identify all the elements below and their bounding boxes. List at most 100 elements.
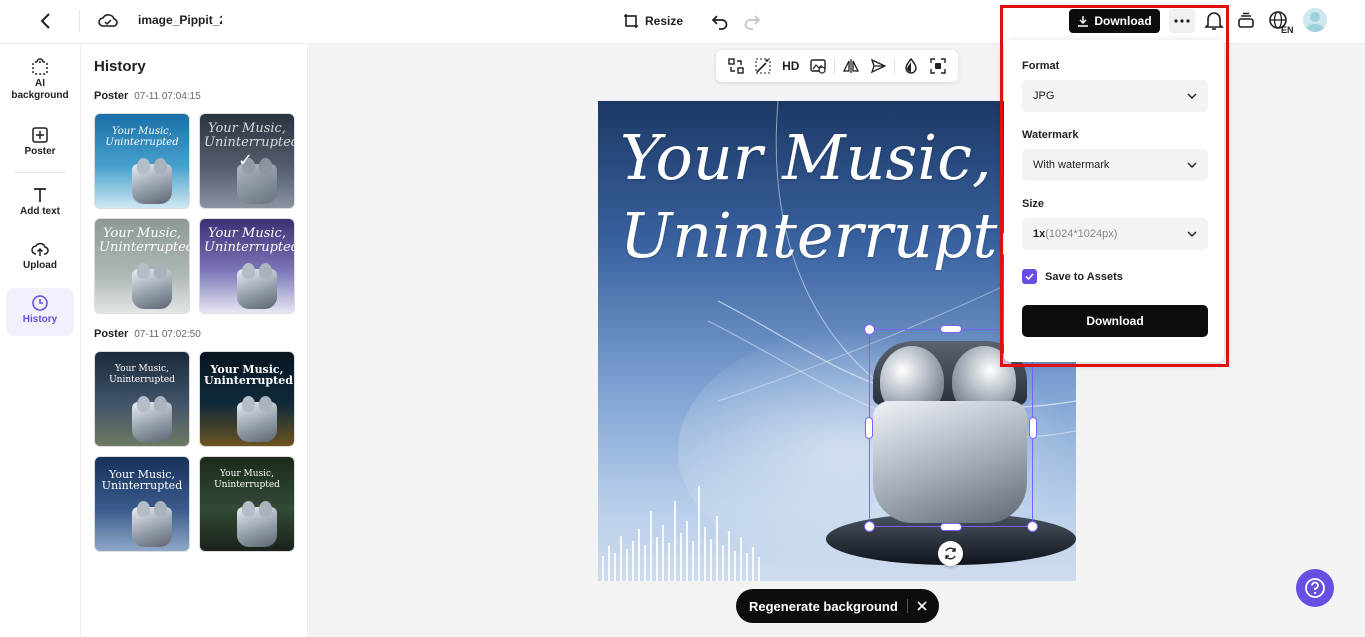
resize-icon <box>624 14 638 28</box>
rotate-handle[interactable] <box>938 541 963 566</box>
history-thumbnail[interactable]: Your Music, Uninterrupted <box>94 218 190 314</box>
size-label: Size <box>1022 198 1045 210</box>
close-icon[interactable] <box>915 599 929 613</box>
rail-label: AI background <box>11 78 69 101</box>
check-icon <box>1025 273 1034 281</box>
text-icon <box>34 188 46 202</box>
swap-icon <box>728 58 744 74</box>
save-to-assets-checkbox[interactable] <box>1022 269 1037 284</box>
resize-button[interactable]: Resize <box>623 11 683 31</box>
resize-label: Resize <box>645 14 684 28</box>
resize-handle-right[interactable] <box>1029 417 1037 439</box>
magic-erase-button[interactable] <box>750 54 778 78</box>
question-icon <box>1305 578 1325 598</box>
opacity-button[interactable] <box>897 54 925 78</box>
format-label: Format <box>1022 60 1060 72</box>
history-group-label: Poster 07-11 07:02:50 <box>94 328 201 340</box>
history-thumbnail[interactable]: Your Music, Uninterrupted <box>199 218 295 314</box>
tool-rail: AI background Poster Add text Upload His… <box>0 44 81 637</box>
magic-wand-icon <box>755 58 771 74</box>
crop-focus-button[interactable] <box>925 54 953 78</box>
history-panel: History Poster 07-11 07:04:15 Your Music,… <box>82 44 308 637</box>
history-thumbnail[interactable]: Your Music, Uninterrupted <box>94 351 190 447</box>
regenerate-background-button[interactable]: Regenerate background <box>749 599 898 614</box>
history-thumbnail[interactable]: Your Music, Uninterrupted <box>199 456 295 552</box>
resize-handle-bottom[interactable] <box>940 523 962 531</box>
check-icon: ✓ <box>238 150 254 170</box>
rail-item-poster[interactable]: Poster <box>6 126 74 158</box>
hd-button[interactable]: HD <box>777 54 805 78</box>
watermark-label: Watermark <box>1022 129 1079 141</box>
flip-icon <box>842 59 859 73</box>
back-button[interactable] <box>36 11 56 31</box>
download-panel: Format JPG Watermark With watermark Size… <box>1004 40 1224 362</box>
replace-button[interactable] <box>722 54 750 78</box>
download-button[interactable]: Download <box>1022 305 1208 337</box>
history-timestamp: 07-11 07:04:15 <box>134 91 201 102</box>
assets-stack-icon[interactable] <box>1236 11 1256 31</box>
chevron-down-icon <box>1187 231 1197 237</box>
rail-item-add-text[interactable]: Add text <box>6 186 74 218</box>
rail-label: Poster <box>24 146 56 157</box>
chevron-down-icon <box>1187 162 1197 168</box>
sound-wave <box>602 486 760 581</box>
history-thumbnail[interactable]: Your Music, Uninterrupted <box>199 351 295 447</box>
upload-icon <box>31 242 49 256</box>
drop-icon <box>905 58 917 74</box>
rail-label: Upload <box>23 260 57 271</box>
rail-item-upload[interactable]: Upload <box>6 240 74 272</box>
rotate-icon <box>945 547 956 560</box>
download-label: Download <box>1094 14 1152 28</box>
history-icon <box>32 295 48 311</box>
size-select[interactable]: 1x (1024*1024px) <box>1022 218 1208 250</box>
undo-button[interactable] <box>710 11 730 31</box>
save-to-assets-label: Save to Assets <box>1045 270 1123 283</box>
history-thumbnail-selected[interactable]: Your Music, Uninterrupted ✓ <box>199 113 295 209</box>
avatar[interactable] <box>1303 8 1327 32</box>
resize-handle-top[interactable] <box>940 325 962 333</box>
image-toolbar: HD <box>716 50 958 82</box>
language-badge: EN <box>1281 25 1294 34</box>
ai-background-icon <box>32 58 48 75</box>
bell-icon[interactable] <box>1204 10 1224 32</box>
image-edit-button[interactable] <box>805 54 833 78</box>
send-button[interactable] <box>865 54 893 78</box>
cloud-sync-icon[interactable] <box>97 10 119 32</box>
toolbar-divider <box>894 58 895 74</box>
resize-handle-top-left[interactable] <box>864 324 875 335</box>
redo-icon <box>744 15 761 30</box>
resize-handle-bottom-left[interactable] <box>864 521 875 532</box>
file-name[interactable]: image_Pippit_20 <box>138 13 222 27</box>
poster-headline[interactable]: Your Music, Uninterrupted <box>620 119 1074 275</box>
undo-icon <box>711 15 728 30</box>
rail-item-ai-background[interactable]: AI background <box>6 58 74 102</box>
watermark-select[interactable]: With watermark <box>1022 149 1208 181</box>
divider <box>79 10 80 32</box>
download-icon <box>1078 16 1089 27</box>
top-bar: image_Pippit_20 Resize Download EN <box>0 0 1365 44</box>
chevron-left-icon <box>40 13 50 29</box>
rail-label: Add text <box>20 206 60 217</box>
help-button[interactable] <box>1296 569 1334 607</box>
download-button-top[interactable]: Download <box>1069 9 1160 33</box>
rail-item-history[interactable]: History <box>6 288 74 336</box>
redo-button[interactable] <box>742 11 762 31</box>
history-thumbnail[interactable]: Your Music, Uninterrupted <box>94 456 190 552</box>
resize-handle-bottom-right[interactable] <box>1027 521 1038 532</box>
rail-divider <box>14 172 66 173</box>
rail-label: History <box>22 314 58 325</box>
resize-handle-left[interactable] <box>865 417 873 439</box>
focus-frame-icon <box>930 58 946 74</box>
flip-button[interactable] <box>837 54 865 78</box>
save-to-assets-row: Save to Assets <box>1022 269 1123 284</box>
divider <box>906 599 908 613</box>
more-options-button[interactable] <box>1169 9 1195 33</box>
history-title: History <box>94 58 146 75</box>
chevron-down-icon <box>1187 93 1197 99</box>
regenerate-background-bar: Regenerate background <box>736 589 939 623</box>
format-select[interactable]: JPG <box>1022 80 1208 112</box>
toolbar-divider <box>834 58 836 74</box>
poster-icon <box>32 127 48 143</box>
language-globe-icon[interactable]: EN <box>1268 10 1294 35</box>
history-thumbnail[interactable]: Your Music, Uninterrupted <box>94 113 190 209</box>
